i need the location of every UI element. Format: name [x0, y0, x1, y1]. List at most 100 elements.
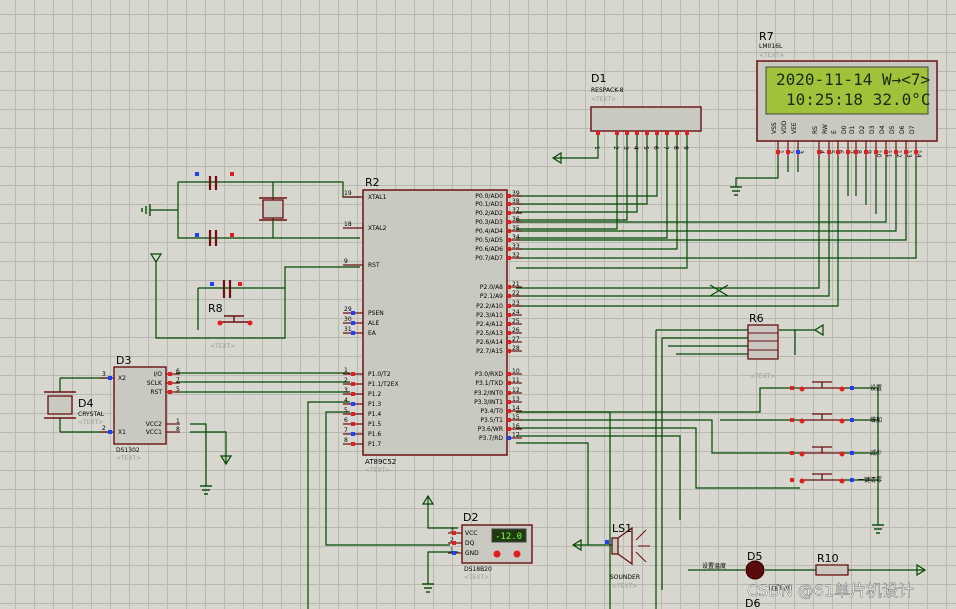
mcu-pin-name: XTAL1 [368, 194, 387, 201]
rtc-pin-number: 7 [176, 377, 180, 384]
pin-state-marker [507, 194, 511, 198]
button-terminal [839, 451, 845, 457]
mcu-pin-name: P2.0/A8 [480, 284, 503, 291]
led-d5-label: 设置温度 [702, 562, 726, 570]
resistor-r10[interactable]: R10 [815, 552, 849, 576]
pin-state-marker [351, 392, 355, 396]
push-button[interactable]: 减少 [790, 446, 882, 457]
buzzer-text-placeholder: <TEXT> [612, 583, 637, 590]
pin-state-marker [675, 131, 679, 135]
push-buttons[interactable]: 设置增加减少一键清零 [790, 381, 882, 484]
lcd-pin-name: RW [822, 124, 829, 134]
r6-text-placeholder: <TEXT> [750, 373, 775, 380]
mcu-pin-name: P0.4/AD4 [475, 228, 503, 235]
mcu-pin-number: 8 [344, 437, 348, 444]
sensor-part-label: DS18B20 [464, 566, 492, 573]
rtc-pin-number: 8 [176, 426, 180, 433]
sensor-display: -12.0 [495, 532, 522, 542]
pin-state-marker [790, 451, 794, 455]
push-button[interactable]: 增加 [790, 413, 882, 424]
temp-sensor-d2[interactable]: -12.0 D2 DS18B20 <TEXT> 3 VCC2 DQ1 GND [448, 511, 533, 581]
pin-state-marker [507, 322, 511, 326]
respack-pin-number: 3 [622, 146, 629, 150]
lcd-pin-name: D7 [909, 125, 916, 134]
mcu-pin-number: 31 [344, 326, 352, 333]
mcu-pin-name: P3.2/INT0 [474, 390, 503, 397]
mcu-pin-number: 33 [512, 243, 520, 250]
resistor-bank-r6[interactable]: R6 <TEXT> [747, 312, 779, 380]
reset-text-placeholder: <TEXT> [210, 343, 235, 350]
mcu-pin-number: 27 [512, 336, 520, 343]
respack-pin-number: 6 [652, 146, 659, 150]
mcu-pin-name: P2.7/A15 [476, 348, 503, 355]
pin-state-marker [827, 150, 831, 154]
pin-state-marker [507, 247, 511, 251]
pin-state-marker [108, 430, 112, 434]
mcu-pin-number: 11 [512, 377, 520, 384]
mcu-pin-number: 19 [344, 190, 352, 197]
pin-state-marker [894, 150, 898, 154]
pin-state-marker [685, 131, 689, 135]
buzzer-ls1[interactable]: LS1 SOUNDER <TEXT> [605, 522, 650, 590]
lcd-r7[interactable]: 2020-11-14 W→<7> 10:25:18 32.0°C R7 LM01… [756, 30, 938, 158]
mcu-pin-name: P0.6/AD6 [475, 246, 503, 253]
sensor-pin-name: GND [465, 550, 479, 557]
rtc-pin-name: VCC2 [146, 421, 162, 428]
lcd-pin-name: VSS [771, 122, 778, 134]
pin-state-marker [351, 442, 355, 446]
push-button[interactable]: 设置 [790, 381, 882, 392]
mcu-pin-number: 12 [512, 387, 520, 394]
mcu-pin-name: P3.4/T0 [480, 408, 503, 415]
rtc-pin-name: I/O [153, 371, 162, 378]
button-terminal [839, 478, 845, 484]
pin-state-marker [615, 131, 619, 135]
lcd-pin-name: VDD [781, 120, 788, 134]
reset-switch-r8[interactable]: R8 <TEXT> [208, 280, 253, 350]
mcu-pin-number: 2 [344, 377, 348, 384]
pin-state-marker [655, 131, 659, 135]
sensor-ref-label: D2 [463, 511, 478, 524]
rtc-d3[interactable]: D3 DS1302 <TEXT> 3 X2 2 X1 6 I/O 7 SCLK 5 RST 1 VCC… [100, 354, 180, 462]
mcu-pin-name: XTAL2 [368, 225, 387, 232]
pin-state-marker [168, 390, 172, 394]
rtc-pin-number: 6 [176, 368, 180, 375]
button-label: 设置 [870, 384, 882, 392]
resistor-pack-d1[interactable]: D1 RESPACK-8 <TEXT> 1 23456789 [590, 72, 702, 150]
button-terminal [799, 418, 805, 424]
mcu-pin-number: 9 [344, 258, 348, 265]
pin-state-marker [786, 150, 790, 154]
pin-state-marker [817, 150, 821, 154]
mcu-pin-name: P3.7/RD [479, 435, 503, 442]
lcd-pin-name: D4 [879, 125, 886, 134]
pin-state-marker [351, 321, 355, 325]
pin-state-marker [507, 418, 511, 422]
lcd-pin-name: RS [812, 126, 819, 134]
mcu-pin-number: 23 [512, 300, 520, 307]
respack-pin-number: 5 [642, 146, 649, 150]
led-d5[interactable]: D5 设置温度 [702, 550, 765, 580]
pin-state-marker [452, 551, 456, 555]
rtc-crystal-d4[interactable]: D4 CRYSTAL <TEXT> [44, 378, 105, 432]
pin-state-marker [351, 412, 355, 416]
rtc-pin-number: 1 [176, 418, 180, 425]
rtc-part-label: DS1302 [116, 447, 140, 454]
sensor-text-placeholder: <TEXT> [464, 574, 489, 581]
mcu-pin-number: 25 [512, 318, 520, 325]
button-label: 增加 [870, 416, 882, 424]
push-button[interactable]: 一键清零 [790, 473, 882, 484]
lcd-pin-name: D0 [841, 125, 848, 134]
mcu-pin-number: 10 [512, 368, 520, 375]
pin-state-marker [507, 285, 511, 289]
mcu-pin-number: 18 [344, 221, 352, 228]
mcu-r2[interactable]: R2 AT89C52 <TEXT> 19XTAL118XTAL29RST29PS… [343, 176, 522, 474]
mcu-pin-name: P1.7 [368, 441, 381, 448]
pin-state-marker [850, 478, 854, 482]
pin-state-marker [507, 294, 511, 298]
rtc-pin-name: VCC1 [146, 429, 162, 436]
pin-state-marker [351, 382, 355, 386]
pin-state-marker [507, 349, 511, 353]
pin-state-marker [884, 150, 888, 154]
respack-pins: 1 23456789 [593, 131, 689, 150]
mcu-pin-number: 36 [512, 216, 520, 223]
pin-state-marker [507, 211, 511, 215]
